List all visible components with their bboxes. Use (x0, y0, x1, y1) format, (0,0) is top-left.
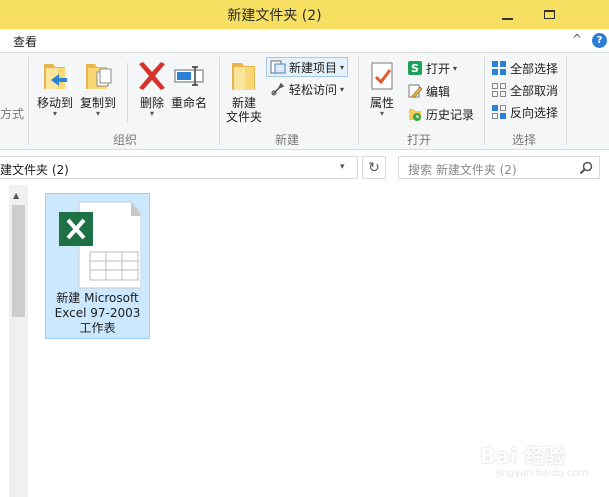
excel-file-icon (59, 201, 141, 289)
new-folder-button[interactable]: 新建 文件夹 (226, 58, 262, 124)
invert-selection-icon (491, 104, 507, 120)
rename-button[interactable]: 重命名 (171, 58, 207, 110)
copy-to-button[interactable]: 复制到 ▾ (80, 58, 116, 118)
copy-to-label: 复制到 (80, 96, 117, 110)
group-separator (566, 57, 567, 145)
chevron-down-icon: ▾ (453, 63, 458, 73)
chevron-down-icon: ▾ (340, 62, 345, 72)
minimize-button[interactable] (490, 0, 524, 29)
invert-selection-button[interactable]: 反向选择 (488, 102, 561, 122)
group-inner-separator (127, 63, 128, 123)
ribbon-collapse-icon[interactable]: ^ (572, 32, 582, 46)
history-button[interactable]: 历史记录 (404, 104, 477, 124)
maximize-button[interactable] (532, 0, 566, 29)
easy-access-button[interactable]: 轻松访问 ▾ (267, 79, 347, 99)
chevron-down-icon[interactable]: ▾ (340, 162, 345, 172)
ribbon-tab-row: 查看 ^ ? (0, 29, 609, 53)
invert-selection-label: 反向选择 (510, 105, 559, 120)
delete-label: 删除 (139, 96, 164, 110)
tab-view[interactable]: 查看 (13, 33, 37, 50)
watermark-url: jingyan.baidu.com (496, 468, 589, 479)
chevron-down-icon: ▾ (340, 84, 345, 94)
select-none-button[interactable]: 全部取消 (488, 80, 561, 100)
group-separator (219, 57, 220, 145)
select-all-icon (491, 60, 507, 76)
new-item-button[interactable]: 新建项目 ▾ (266, 57, 349, 77)
address-bar[interactable]: 建文件夹 (2) ▾ (0, 156, 358, 179)
search-icon[interactable] (579, 161, 593, 175)
history-label: 历史记录 (426, 107, 475, 122)
rename-icon (171, 58, 207, 94)
minimize-icon (501, 17, 513, 20)
select-none-label: 全部取消 (510, 83, 559, 98)
group-separator (358, 57, 359, 145)
edit-label: 编辑 (426, 84, 451, 99)
properties-button[interactable]: 属性 ▾ (364, 58, 400, 118)
chevron-down-icon: ▾ (149, 109, 154, 118)
open-button[interactable]: S 打开 ▾ (404, 58, 460, 78)
edit-button[interactable]: 编辑 (404, 81, 453, 101)
copy-to-icon (80, 58, 116, 94)
select-all-label: 全部选择 (510, 61, 559, 76)
new-folder-label: 新建 文件夹 (226, 96, 263, 124)
help-icon[interactable]: ? (592, 33, 607, 48)
search-input[interactable]: 搜索 新建文件夹 (2) (398, 156, 600, 179)
baidu-watermark: Bai 经验 jingyan.baidu.com (470, 430, 600, 490)
search-placeholder: 搜索 新建文件夹 (2) (408, 163, 517, 177)
navigation-scrollbar[interactable]: ▲ (9, 185, 28, 497)
group-label-select: 选择 (511, 133, 536, 147)
rename-label: 重命名 (171, 96, 208, 110)
chevron-down-icon: ▾ (96, 109, 101, 118)
select-none-icon (491, 82, 507, 98)
properties-label: 属性 (369, 96, 394, 110)
ribbon: 方式 移动到 ▾ 复制到 ▾ 删除 ▾ 重命名 组织 新建 文件夹 新建项目 ▾… (0, 53, 609, 150)
delete-x-icon (134, 58, 170, 94)
group-separator (484, 57, 485, 145)
group-label-open: 打开 (406, 133, 431, 147)
delete-button[interactable]: 删除 ▾ (134, 58, 170, 118)
file-item[interactable]: 新建 Microsoft Excel 97-2003 工作表 (45, 193, 150, 339)
address-row: 建文件夹 (2) ▾ ↻ 搜索 新建文件夹 (2) (0, 151, 609, 185)
history-icon (407, 106, 423, 122)
new-item-icon (270, 59, 286, 75)
refresh-icon: ↻ (368, 159, 380, 176)
scrollbar-thumb[interactable] (12, 205, 25, 317)
chevron-down-icon: ▾ (53, 109, 58, 118)
svg-text:S: S (411, 62, 419, 75)
maximize-icon (543, 10, 555, 19)
scroll-up-icon[interactable]: ▲ (13, 191, 19, 200)
move-to-button[interactable]: 移动到 ▾ (37, 58, 73, 118)
easy-access-icon (270, 81, 286, 97)
group-separator (28, 57, 29, 145)
folder-icon (226, 58, 262, 94)
new-item-label: 新建项目 (289, 60, 338, 75)
group-label-new: 新建 (274, 133, 299, 147)
select-all-button[interactable]: 全部选择 (488, 58, 561, 78)
easy-access-label: 轻松访问 (289, 82, 338, 97)
refresh-button[interactable]: ↻ (362, 156, 386, 179)
chevron-down-icon: ▾ (379, 109, 384, 118)
group-label-organize: 组织 (112, 133, 137, 147)
watermark-text: Bai 经验 (480, 444, 566, 468)
file-name: 新建 Microsoft Excel 97-2003 工作表 (54, 291, 141, 335)
move-to-label: 移动到 (37, 96, 74, 110)
partial-group-label: 方式 (0, 107, 25, 121)
title-bar: 新建文件夹 (2) (0, 0, 609, 29)
open-s-icon: S (407, 60, 423, 76)
address-path: 建文件夹 (2) (0, 163, 69, 177)
properties-icon (364, 58, 400, 94)
edit-pencil-icon (407, 83, 423, 99)
open-label: 打开 (426, 61, 451, 76)
move-to-icon (37, 58, 73, 94)
